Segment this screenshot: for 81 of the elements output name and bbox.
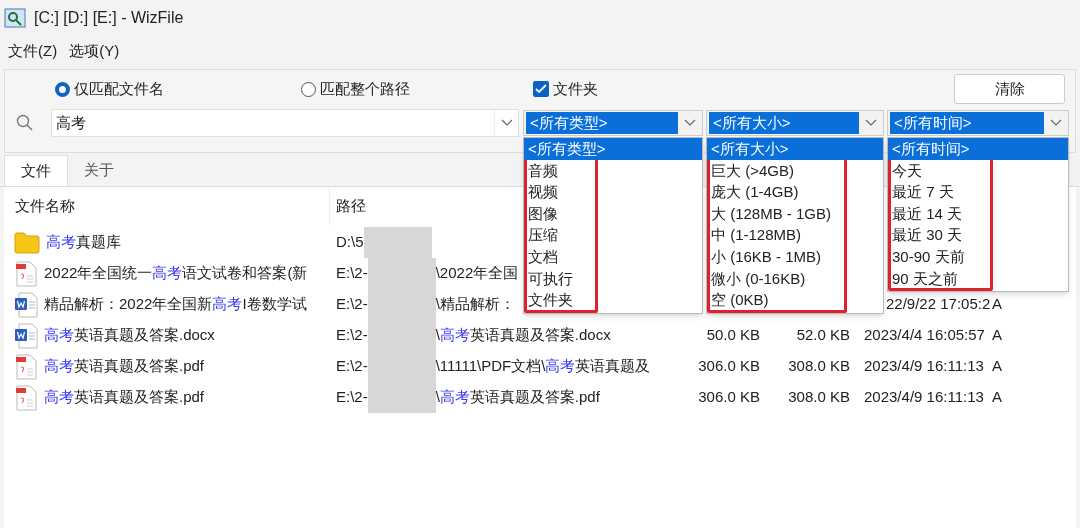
dropdown-option[interactable]: 空 (0KB) <box>707 291 773 309</box>
filter-dropdown[interactable]: <所有大小> <box>709 112 859 134</box>
path-text: E:\2- <box>336 387 368 408</box>
search-field[interactable]: 高考 <box>51 109 519 137</box>
dropdown-option[interactable]: 视频 <box>524 183 562 201</box>
dropdown-option[interactable]: 音频 <box>524 161 562 179</box>
path-text: \11111\PDF文档\高考英语真题及 <box>435 356 651 377</box>
search-icon <box>15 113 35 133</box>
dropdown-option[interactable]: 中 (1-128MB) <box>707 226 806 244</box>
column-header[interactable]: 路径 <box>330 187 510 225</box>
size-cell: 306.0 KB <box>698 357 760 375</box>
file-name: 高考英语真题及答案.pdf <box>44 387 205 408</box>
word-file-icon <box>14 291 38 318</box>
dropdown-option[interactable]: 图像 <box>524 204 562 222</box>
allocated-cell: 308.0 KB <box>788 388 850 406</box>
chevron-down-icon <box>500 119 513 127</box>
file-name: 高考英语真题及答案.docx <box>44 325 215 346</box>
pdf-file-icon <box>14 384 38 411</box>
dropdown-option[interactable]: 大 (128MB - 1GB) <box>707 204 836 222</box>
dropdown-option[interactable]: 30-90 天前 <box>888 247 969 265</box>
date-cell: 2023/4/9 16:11:13 <box>864 357 984 375</box>
folder-checkbox[interactable]: 文件夹 <box>533 77 598 101</box>
size-cell: 50.0 KB <box>706 326 760 344</box>
window-title: [C:] [D:] [E:] - WizFile <box>34 7 184 28</box>
file-name: 2022年全国统一高考语文试卷和答案(新 <box>44 263 308 284</box>
tab[interactable]: 关于 <box>68 155 130 186</box>
chevron-down-icon <box>865 119 877 127</box>
dropdown-option[interactable]: 微小 (0-16KB) <box>707 269 810 287</box>
allocated-cell: 308.0 KB <box>788 357 850 375</box>
dropdown-option[interactable]: 今天 <box>888 161 926 179</box>
file-name: 高考真题库 <box>46 232 121 253</box>
dropdown-option[interactable]: 最近 14 天 <box>888 204 967 222</box>
dropdown-option[interactable]: 可执行 <box>524 269 577 287</box>
path-text: E:\2- <box>336 263 368 284</box>
attribute-cell: A <box>992 326 1002 344</box>
file-name: 高考英语真题及答案.pdf <box>44 356 205 377</box>
menu-item[interactable]: 选项(Y) <box>69 39 120 63</box>
tab[interactable]: 文件 <box>4 155 68 186</box>
path-text: \2022年全国 <box>435 263 519 284</box>
pdf-file-icon <box>14 260 38 287</box>
path-text: \高考英语真题及答案.docx <box>435 325 611 346</box>
radio-option[interactable]: 匹配整个路径 <box>301 77 533 101</box>
filter-dropdown[interactable]: <所有时间> <box>890 112 1044 134</box>
path-text: D:\5 <box>336 232 364 253</box>
column-header[interactable]: 文件名称 <box>4 187 330 225</box>
attribute-cell: A <box>992 388 1002 406</box>
dropdown-option[interactable]: 小 (16KB - 1MB) <box>707 247 826 265</box>
allocated-cell: 52.0 KB <box>796 326 850 344</box>
size-cell: 306.0 KB <box>698 388 760 406</box>
word-file-icon <box>14 322 38 349</box>
date-cell: 2023/4/9 16:11:13 <box>864 388 984 406</box>
file-name: 精品解析：2022年全国新高考I卷数学试 <box>44 294 307 315</box>
dropdown-option[interactable]: 90 天之前 <box>888 269 962 287</box>
chevron-down-icon <box>1050 119 1062 127</box>
blur-patch <box>367 382 436 413</box>
path-text: E:\2- <box>336 356 368 377</box>
app-icon <box>4 7 26 28</box>
dropdown-option[interactable]: 最近 7 天 <box>888 183 958 201</box>
filter-dropdown[interactable]: <所有类型> <box>526 112 678 134</box>
dropdown-option[interactable]: 文件夹 <box>524 291 577 309</box>
blur-patch <box>363 227 432 258</box>
dropdown-option[interactable]: 巨大 (>4GB) <box>707 161 798 179</box>
clear-button[interactable]: 清除 <box>954 74 1065 104</box>
dropdown-option[interactable]: 压缩 <box>524 226 562 244</box>
pdf-file-icon <box>14 353 38 380</box>
dropdown-option[interactable]: 最近 30 天 <box>888 226 967 244</box>
folder-icon <box>14 231 40 254</box>
dropdown-option[interactable]: 庞大 (1-4GB) <box>707 183 803 201</box>
path-text: \精品解析： <box>435 294 515 315</box>
menu-item[interactable]: 文件(Z) <box>8 39 58 63</box>
attribute-cell: A <box>992 295 1002 313</box>
chevron-down-icon <box>684 119 696 127</box>
radio-option[interactable]: 仅匹配文件名 <box>55 77 301 101</box>
path-text: \高考英语真题及答案.pdf <box>435 387 600 408</box>
dropdown-option[interactable]: 文档 <box>524 247 562 265</box>
checkmark-icon <box>535 84 547 94</box>
date-cell: 2023/4/4 16:05:57 <box>864 326 985 344</box>
date-cell: 22/9/22 17:05:2 <box>886 295 991 313</box>
path-text: E:\2- <box>336 294 368 315</box>
attribute-cell: A <box>992 357 1002 375</box>
path-text: E:\2- <box>336 325 368 346</box>
